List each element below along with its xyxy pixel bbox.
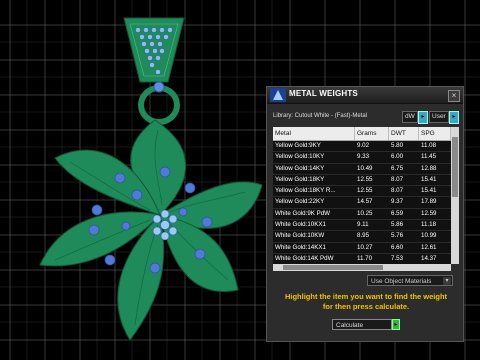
cell-spg: 17.89 xyxy=(421,198,437,206)
table-row[interactable]: Yellow Gold:9KY 9.02 5.80 11.08 xyxy=(273,141,451,153)
table-row[interactable]: Yellow Gold:10KY 9.33 6.00 11.45 xyxy=(273,152,451,164)
cell-spg: 12.59 xyxy=(421,209,437,217)
materials-dropdown[interactable]: Use Object Materials ▾ xyxy=(367,275,453,286)
cell-dwt: 7.53 xyxy=(391,254,404,262)
table-row[interactable]: White Gold:10KW 8.95 5.76 10.99 xyxy=(273,231,451,243)
cell-dwt: 8.07 xyxy=(391,175,404,183)
table-row[interactable]: Yellow Gold:18KY R... 12.55 8.07 15.41 xyxy=(273,186,451,198)
cell-metal: Yellow Gold:18KY R... xyxy=(275,187,336,195)
scroll-thumb[interactable] xyxy=(283,265,383,270)
table-row[interactable]: White Gold:14K PdW 11.70 7.53 14.37 xyxy=(273,253,451,264)
unit-select[interactable]: dW xyxy=(402,111,418,123)
cell-grams: 10.25 xyxy=(357,209,373,217)
column-header-metal[interactable]: Metal xyxy=(273,127,355,140)
table-row[interactable]: Yellow Gold:14KY 10.49 6.75 12.88 xyxy=(273,163,451,175)
metal-weights-window: METAL WEIGHTS × Library: Cutout White - … xyxy=(266,86,464,342)
cell-grams: 12.55 xyxy=(357,187,373,195)
cell-dwt: 5.86 xyxy=(391,221,404,229)
calculate-button[interactable]: ▸ xyxy=(392,319,400,330)
cell-metal: White Gold:9K PdW xyxy=(275,209,331,217)
instructions-line-2: for then press calculate. xyxy=(322,302,410,311)
cell-metal: White Gold:14KX1 xyxy=(275,243,326,251)
window-title: METAL WEIGHTS xyxy=(289,89,358,98)
app-logo-icon xyxy=(270,88,286,102)
cell-spg: 12.61 xyxy=(421,243,437,251)
cell-dwt: 6.59 xyxy=(391,209,404,217)
column-header-grams[interactable]: Grams xyxy=(355,127,389,140)
cell-dwt: 6.60 xyxy=(391,243,404,251)
vertical-scrollbar[interactable] xyxy=(451,127,459,264)
table-body: Yellow Gold:9KY 9.02 5.80 11.08 Yellow Gold:… xyxy=(273,141,451,264)
chevron-down-icon[interactable]: ▾ xyxy=(443,277,451,285)
user-arrow-button[interactable]: ▸ xyxy=(449,111,459,124)
cell-grams: 11.70 xyxy=(357,254,373,262)
cell-grams: 9.33 xyxy=(357,153,370,161)
cell-spg: 14.37 xyxy=(421,254,437,262)
cell-spg: 11.45 xyxy=(421,153,437,161)
cell-dwt: 9.37 xyxy=(391,198,404,206)
cell-spg: 11.08 xyxy=(421,142,437,149)
table-row[interactable]: White Gold:10KX1 9.11 5.86 11.18 xyxy=(273,220,451,232)
table-row[interactable]: White Gold:14KX1 10.27 6.60 12.61 xyxy=(273,242,451,254)
cell-grams: 10.49 xyxy=(357,164,373,172)
library-label: Library: Cutout White - (Fast)-Metal xyxy=(273,113,368,119)
cell-metal: Yellow Gold:9KY xyxy=(275,142,321,149)
close-button[interactable]: × xyxy=(448,90,460,102)
cell-dwt: 8.07 xyxy=(391,187,404,195)
cell-grams: 8.95 xyxy=(357,232,370,240)
cell-dwt: 6.75 xyxy=(391,164,404,172)
table-header: Metal Grams DWT SPG xyxy=(273,127,451,141)
cell-grams: 14.57 xyxy=(357,198,373,206)
pendant-bail[interactable] xyxy=(123,17,185,83)
table-row[interactable]: White Gold:9K PdW 10.25 6.59 12.59 xyxy=(273,208,451,221)
jump-ring[interactable] xyxy=(138,81,180,125)
cell-spg: 12.88 xyxy=(421,164,437,172)
materials-dropdown-value: Use Object Materials xyxy=(371,278,432,285)
cell-grams: 9.11 xyxy=(357,221,369,229)
cell-spg: 10.99 xyxy=(421,232,437,240)
user-select[interactable]: User xyxy=(429,111,449,123)
table-row[interactable]: Yellow Gold:22KY 14.57 9.37 17.89 xyxy=(273,197,451,209)
cell-metal: Yellow Gold:14KY xyxy=(275,164,325,172)
table-row[interactable]: Yellow Gold:18KY 12.55 8.07 15.41 xyxy=(273,174,451,187)
title-bar[interactable]: METAL WEIGHTS × xyxy=(267,87,463,104)
cell-dwt: 5.76 xyxy=(391,232,404,240)
cell-metal: White Gold:14K PdW xyxy=(275,254,334,262)
unit-arrow-button[interactable]: ▸ xyxy=(418,111,428,124)
cell-metal: Yellow Gold:22KY xyxy=(275,198,325,206)
cell-grams: 10.27 xyxy=(357,243,373,251)
cell-spg: 15.41 xyxy=(421,187,437,195)
scroll-thumb[interactable] xyxy=(452,137,458,197)
cell-dwt: 6.00 xyxy=(391,153,404,161)
horizontal-scrollbar[interactable] xyxy=(273,264,451,271)
cell-metal: Yellow Gold:18KY xyxy=(275,175,325,183)
cell-dwt: 5.80 xyxy=(391,142,404,149)
column-header-dwt[interactable]: DWT xyxy=(389,127,419,140)
cell-spg: 15.41 xyxy=(421,175,437,183)
cell-metal: White Gold:10KX1 xyxy=(275,221,326,229)
column-header-spg[interactable]: SPG xyxy=(419,127,451,140)
instructions-line-1: Highlight the item you want to find the … xyxy=(284,292,448,301)
instructions-text: Highlight the item you want to find the … xyxy=(277,292,455,312)
metal-weights-table: Metal Grams DWT SPG Yellow Gold:9KY 9.02 5… xyxy=(273,127,451,264)
cell-metal: Yellow Gold:10KY xyxy=(275,153,325,161)
calculate-dropdown[interactable]: Calculate xyxy=(332,319,392,330)
cell-grams: 12.55 xyxy=(357,175,373,183)
flower-pendant[interactable] xyxy=(39,119,263,341)
cell-metal: White Gold:10KW xyxy=(275,232,325,240)
cell-spg: 11.18 xyxy=(421,221,437,229)
cell-grams: 9.02 xyxy=(357,142,370,149)
